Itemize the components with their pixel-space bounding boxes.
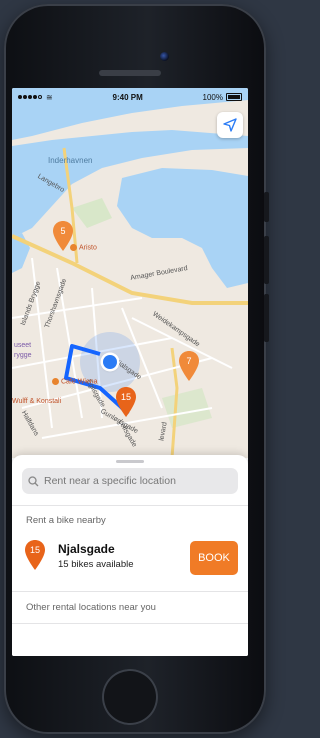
poi-cafe-wiena[interactable]: Café Wiena: [52, 378, 98, 385]
earpiece-speaker: [99, 70, 161, 76]
location-arrow-icon: [223, 118, 237, 132]
battery-percent: 100%: [202, 92, 223, 102]
bike-pin-5[interactable]: 5: [52, 220, 74, 257]
divider: [12, 623, 248, 624]
wifi-icon: ≊: [46, 92, 53, 102]
phone-frame: Inderhavnen Langebro Amager Boulevard Is…: [4, 4, 269, 734]
sheet-grabber-handle[interactable]: [116, 460, 144, 463]
station-name: Njalsgade: [58, 542, 115, 556]
search-icon: [28, 475, 39, 486]
bike-pin-7[interactable]: 7: [178, 350, 200, 387]
signal-strength-icon: ≊: [18, 93, 53, 102]
map-label-brygge: rygge: [14, 352, 32, 359]
map-label-museet: useet: [14, 342, 32, 349]
locate-me-button[interactable]: [217, 112, 243, 138]
nearby-section-title: Rent a bike nearby: [26, 515, 106, 526]
battery-icon: [226, 93, 242, 102]
bike-pin-15[interactable]: 15: [115, 386, 137, 423]
search-placeholder: Rent near a specific location: [44, 475, 176, 487]
home-button[interactable]: [102, 669, 158, 725]
mute-switch: [264, 192, 269, 222]
other-locations-title: Other rental locations near you: [26, 602, 156, 613]
station-pin: 15: [24, 539, 46, 576]
station-availability: 15 bikes available: [58, 559, 134, 570]
cafe-icon: [52, 378, 59, 385]
front-camera: [160, 52, 169, 61]
volume-up-button: [264, 236, 269, 284]
book-button[interactable]: BOOK: [190, 541, 238, 575]
location-search-input[interactable]: Rent near a specific location: [22, 468, 238, 494]
app-screen: Inderhavnen Langebro Amager Boulevard Is…: [12, 88, 248, 656]
station-row-njalsgade[interactable]: 15 Njalsgade 15 bikes available BOOK: [24, 539, 238, 579]
status-battery: 100%: [203, 93, 242, 102]
status-bar: ≊ 9:40 PM 100%: [12, 88, 248, 106]
poi-wulff-konstali[interactable]: Wulff & Konstali: [12, 398, 61, 405]
poi-aristo[interactable]: Aristo: [70, 244, 97, 251]
divider: [12, 591, 248, 592]
user-location-icon: [103, 355, 117, 369]
status-time: 9:40 PM: [112, 92, 143, 102]
volume-down-button: [264, 294, 269, 342]
station-bike-count: 15: [29, 545, 40, 555]
map-label-inderhavnen: Inderhavnen: [48, 156, 93, 165]
divider: [12, 505, 248, 506]
rental-bottom-sheet: Rent near a specific location Rent a bik…: [12, 455, 248, 656]
